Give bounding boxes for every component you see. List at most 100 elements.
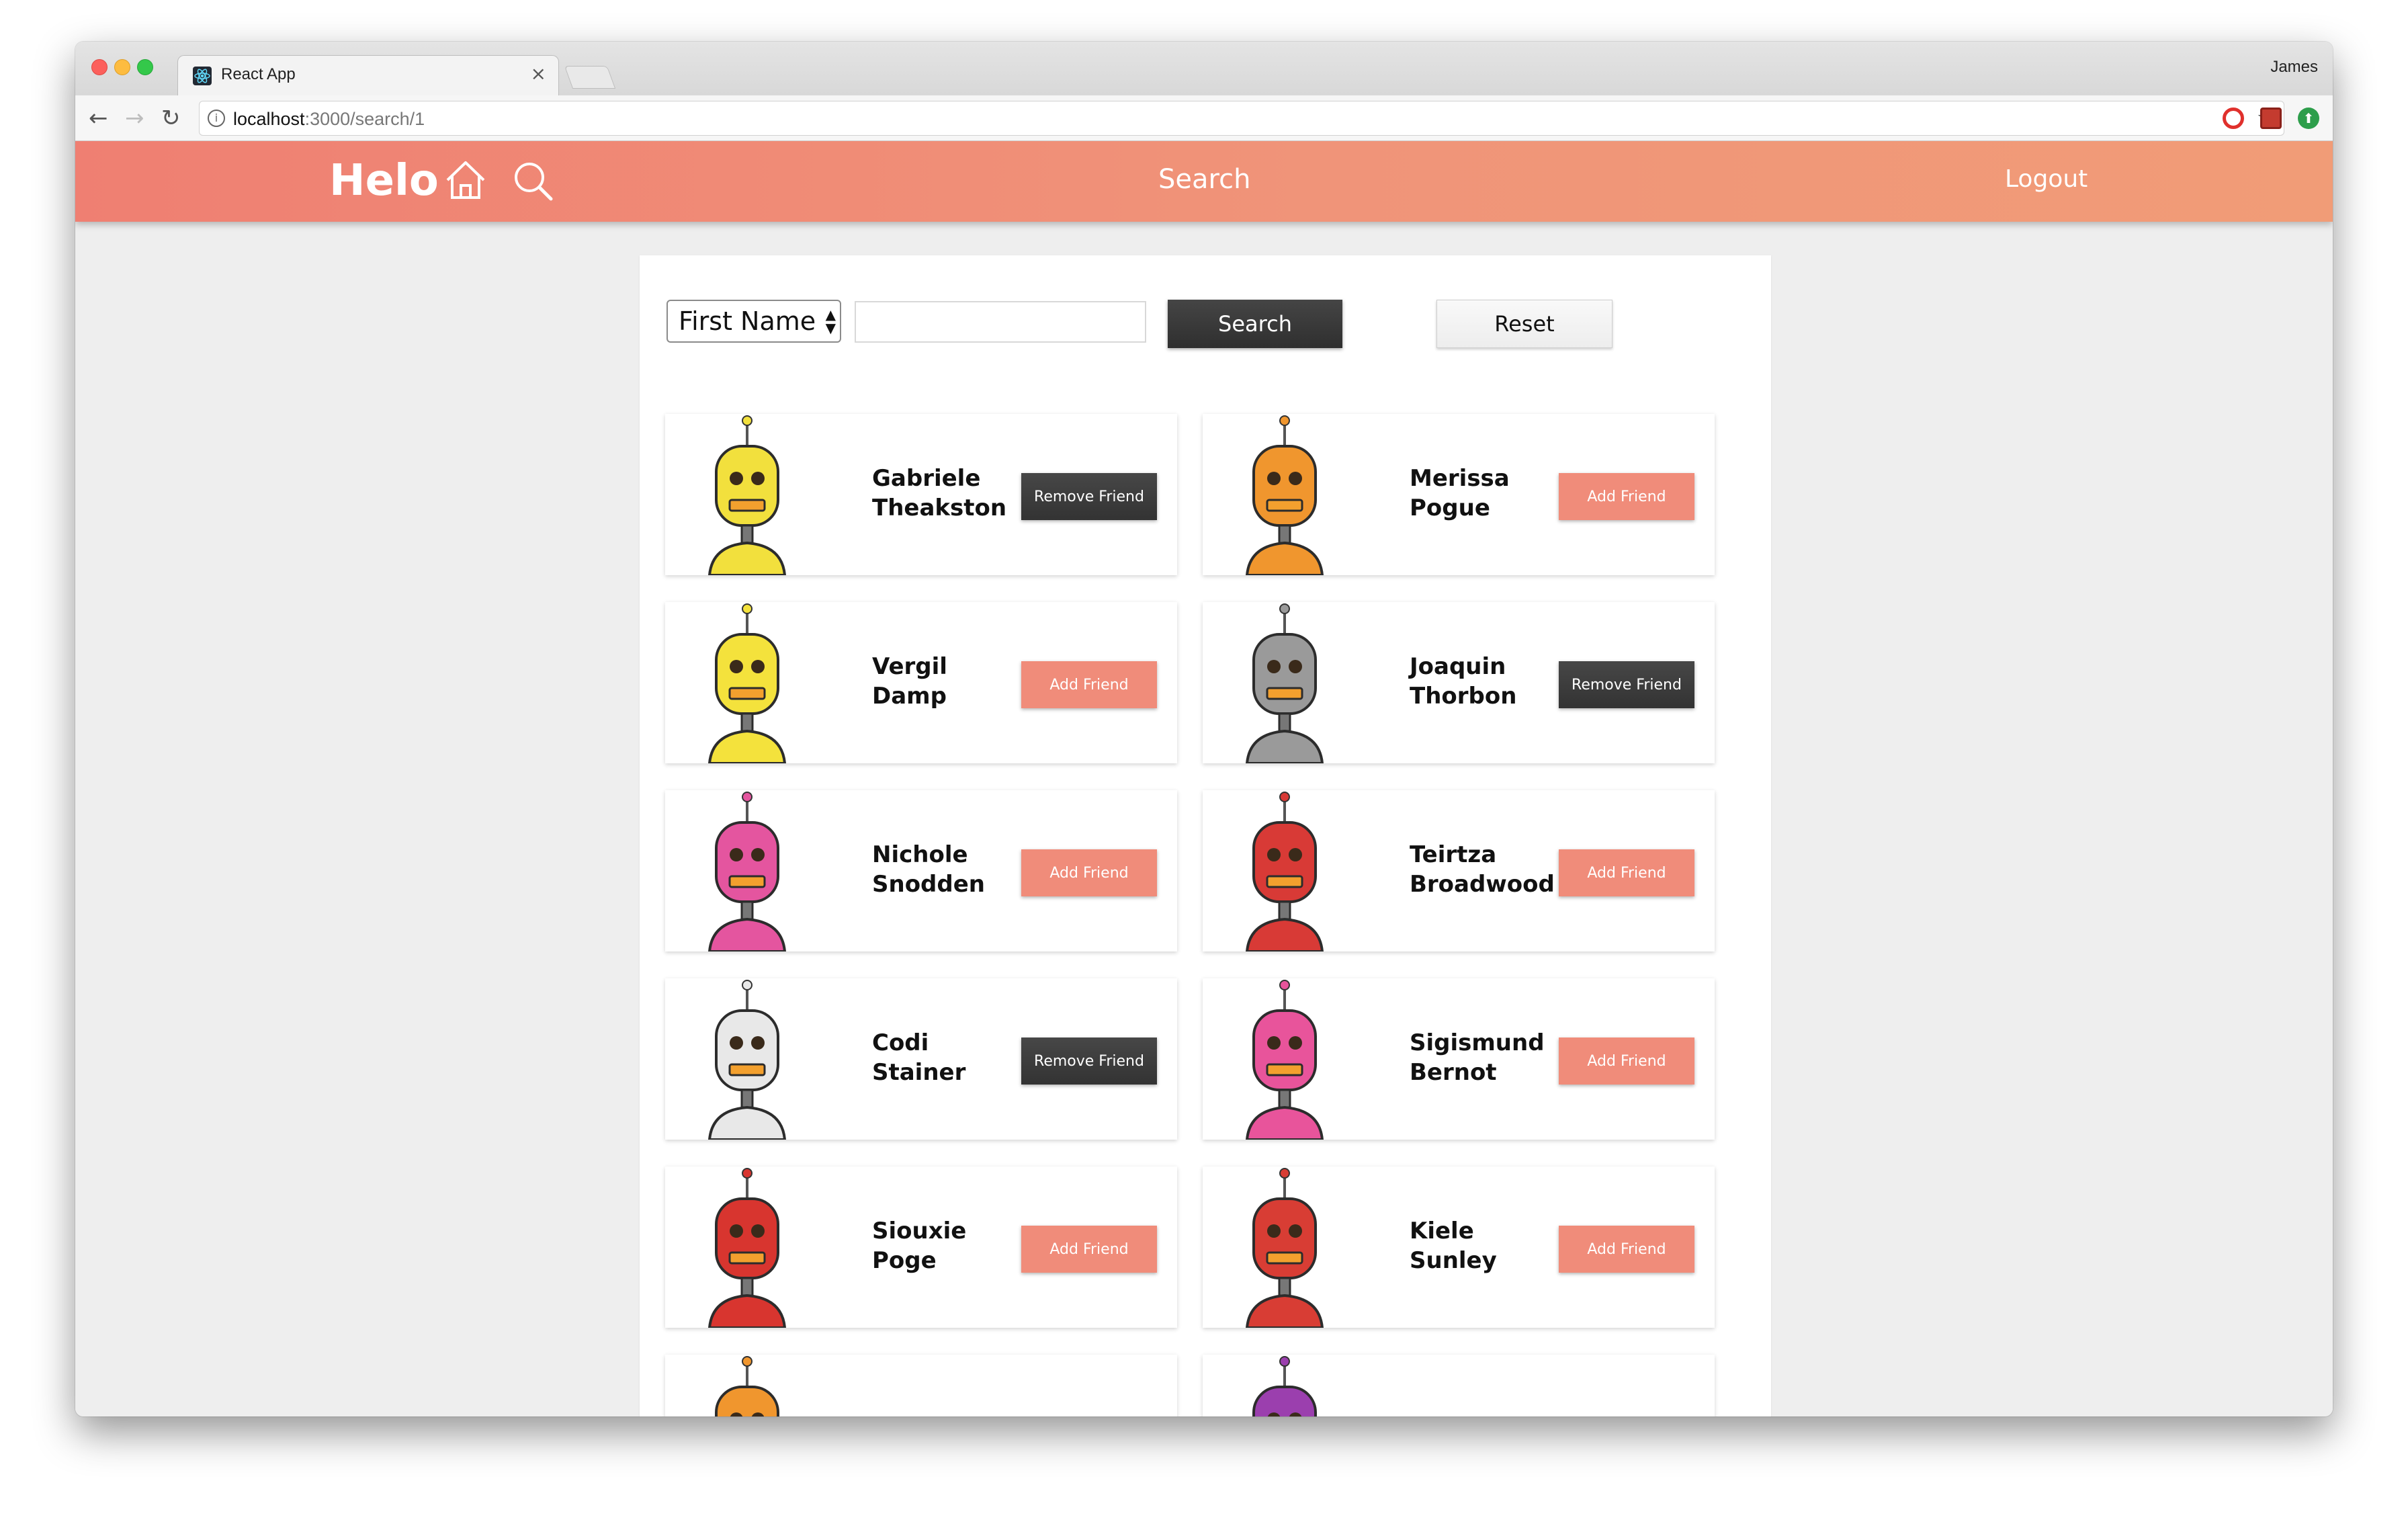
- app-header: Helo Search Logout: [75, 141, 2333, 222]
- profile-name[interactable]: James: [2270, 58, 2318, 77]
- nav-search-link[interactable]: Search: [1158, 164, 1250, 195]
- add-friend-button[interactable]: Add Friend: [1021, 661, 1157, 708]
- remove-friend-button[interactable]: Remove Friend: [1559, 661, 1694, 708]
- react-logo-icon: [193, 67, 212, 85]
- minimize-window-button[interactable]: [114, 59, 130, 75]
- user-name: Siouxie Poge: [872, 1216, 966, 1275]
- url-path: :3000/search/1: [304, 109, 425, 129]
- user-first-name: Kiele: [1410, 1218, 1474, 1244]
- robot-avatar: [707, 980, 787, 1140]
- user-name: Sigismund Bernot: [1410, 1028, 1545, 1087]
- url-host: localhost: [233, 109, 305, 129]
- user-first-name: Nichole: [872, 841, 968, 868]
- robot-avatar: [715, 1356, 779, 1416]
- new-tab-button[interactable]: [564, 66, 616, 89]
- robot-avatar: [1245, 1168, 1324, 1328]
- logout-link[interactable]: Logout: [2005, 165, 2088, 193]
- search-icon[interactable]: [512, 160, 554, 202]
- search-input[interactable]: [855, 301, 1146, 343]
- user-name: Merissa Pogue: [1410, 464, 1510, 523]
- robot-avatar: [707, 792, 787, 951]
- robot-avatar: [1245, 415, 1324, 575]
- add-friend-button[interactable]: Add Friend: [1021, 849, 1157, 896]
- user-last-name: Sunley: [1410, 1247, 1497, 1274]
- user-name: Joaquin Thorbon: [1410, 652, 1516, 711]
- user-card: [1203, 1355, 1715, 1416]
- close-window-button[interactable]: [91, 59, 108, 75]
- robot-avatar: [1245, 603, 1324, 763]
- zoom-window-button[interactable]: [137, 59, 153, 75]
- user-name: Gabriele Theakston: [872, 464, 1006, 523]
- image-extension-icon[interactable]: [2260, 108, 2282, 129]
- user-card: Kiele Sunley Add Friend: [1203, 1167, 1715, 1328]
- user-card: Gabriele Theakston Remove Friend: [665, 414, 1177, 575]
- robot-avatar: [1245, 980, 1324, 1140]
- user-last-name: Pogue: [1410, 495, 1490, 521]
- user-card: Sigismund Bernot Add Friend: [1203, 978, 1715, 1140]
- user-card: [665, 1355, 1177, 1416]
- search-field-value: First Name: [679, 306, 816, 336]
- add-friend-button[interactable]: Add Friend: [1559, 473, 1694, 520]
- user-first-name: Codi: [872, 1029, 929, 1056]
- remove-friend-button[interactable]: Remove Friend: [1021, 473, 1157, 520]
- page-viewport: Helo Search Logout First Name ▲ ▼ Search …: [75, 141, 2333, 1416]
- user-first-name: Gabriele: [872, 465, 981, 492]
- add-friend-button[interactable]: Add Friend: [1559, 1038, 1694, 1085]
- tab-react-app[interactable]: React App ×: [177, 55, 559, 95]
- robot-avatar: [707, 415, 787, 575]
- user-card: Siouxie Poge Add Friend: [665, 1167, 1177, 1328]
- user-card: Merissa Pogue Add Friend: [1203, 414, 1715, 575]
- user-last-name: Stainer: [872, 1059, 966, 1086]
- user-card: Joaquin Thorbon Remove Friend: [1203, 602, 1715, 763]
- search-field-select[interactable]: First Name ▲ ▼: [666, 300, 841, 343]
- search-panel: First Name ▲ ▼ Search Reset Gabriele Theak…: [640, 255, 1771, 1416]
- robot-avatar: [1245, 792, 1324, 951]
- user-last-name: Thorbon: [1410, 683, 1517, 710]
- user-last-name: Snodden: [872, 871, 985, 898]
- user-first-name: Merissa: [1410, 465, 1510, 492]
- user-name: Vergil Damp: [872, 652, 947, 711]
- user-first-name: Vergil: [872, 653, 947, 680]
- user-last-name: Broadwood: [1410, 871, 1555, 898]
- tab-title: React App: [221, 65, 296, 83]
- select-arrows-icon: ▲ ▼: [825, 306, 836, 336]
- user-last-name: Theakston: [872, 495, 1007, 521]
- home-icon[interactable]: [443, 159, 488, 202]
- user-name: Codi Stainer: [872, 1028, 965, 1087]
- tab-strip: React App × James: [75, 42, 2333, 95]
- search-button[interactable]: Search: [1168, 300, 1342, 348]
- user-name: Teirtza Broadwood: [1410, 840, 1555, 899]
- remove-friend-button[interactable]: Remove Friend: [1021, 1038, 1157, 1085]
- user-last-name: Bernot: [1410, 1059, 1497, 1086]
- browser-window: React App × James ← → ↻ i localhost :300…: [75, 42, 2333, 1416]
- reload-icon[interactable]: ↻: [161, 105, 181, 132]
- browser-toolbar: ← → ↻ i localhost :3000/search/1 ☆ ⬆: [75, 95, 2333, 141]
- results-grid: Gabriele Theakston Remove Friend Merissa Pog…: [665, 414, 1744, 1416]
- add-friend-button[interactable]: Add Friend: [1021, 1226, 1157, 1273]
- user-first-name: Teirtza: [1410, 841, 1497, 868]
- user-name: Kiele Sunley: [1410, 1216, 1497, 1275]
- robot-avatar: [1252, 1356, 1317, 1416]
- close-tab-icon[interactable]: ×: [531, 62, 546, 85]
- user-last-name: Poge: [872, 1247, 937, 1274]
- user-card: Codi Stainer Remove Friend: [665, 978, 1177, 1140]
- info-icon[interactable]: i: [208, 110, 225, 127]
- user-card: Vergil Damp Add Friend: [665, 602, 1177, 763]
- user-first-name: Joaquin: [1410, 653, 1506, 680]
- address-bar[interactable]: i localhost :3000/search/1 ☆: [199, 101, 2284, 136]
- upload-extension-icon[interactable]: ⬆: [2298, 108, 2319, 129]
- forward-arrow-icon[interactable]: →: [125, 105, 144, 132]
- user-card: Nichole Snodden Add Friend: [665, 790, 1177, 951]
- robot-avatar: [707, 1168, 787, 1328]
- add-friend-button[interactable]: Add Friend: [1559, 849, 1694, 896]
- robot-avatar: [707, 603, 787, 763]
- user-last-name: Damp: [872, 683, 947, 710]
- user-card: Teirtza Broadwood Add Friend: [1203, 790, 1715, 951]
- add-friend-button[interactable]: Add Friend: [1559, 1226, 1694, 1273]
- user-first-name: Sigismund: [1410, 1029, 1545, 1056]
- reset-button[interactable]: Reset: [1436, 300, 1612, 348]
- user-first-name: Siouxie: [872, 1218, 967, 1244]
- back-arrow-icon[interactable]: ←: [89, 105, 108, 132]
- user-name: Nichole Snodden: [872, 840, 985, 899]
- opera-extension-icon[interactable]: [2223, 108, 2244, 129]
